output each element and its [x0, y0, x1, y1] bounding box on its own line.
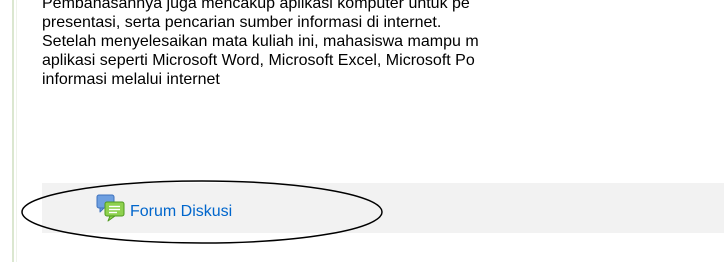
forum-diskusi-link[interactable]: Forum Diskusi — [96, 194, 232, 222]
section-left-border-inner — [16, 0, 17, 262]
course-section: Pembahasannya juga mencakup aplikasi kom… — [0, 0, 724, 262]
description-line: Pembahasannya juga mencakup aplikasi kom… — [42, 0, 470, 12]
course-description: Pembahasannya juga mencakup aplikasi kom… — [42, 0, 724, 89]
forum-speech-bubbles-icon — [96, 194, 126, 222]
section-left-border — [12, 0, 14, 262]
description-line: informasi melalui internet — [42, 71, 220, 88]
description-line: Setelah menyelesaikan mata kuliah ini, m… — [42, 33, 479, 50]
description-line: presentasi, serta pencarian sumber infor… — [42, 14, 442, 31]
activity-row-forum: Forum Diskusi — [42, 183, 724, 233]
forum-diskusi-label: Forum Diskusi — [130, 203, 233, 220]
description-line: aplikasi seperti Microsoft Word, Microso… — [42, 52, 475, 69]
